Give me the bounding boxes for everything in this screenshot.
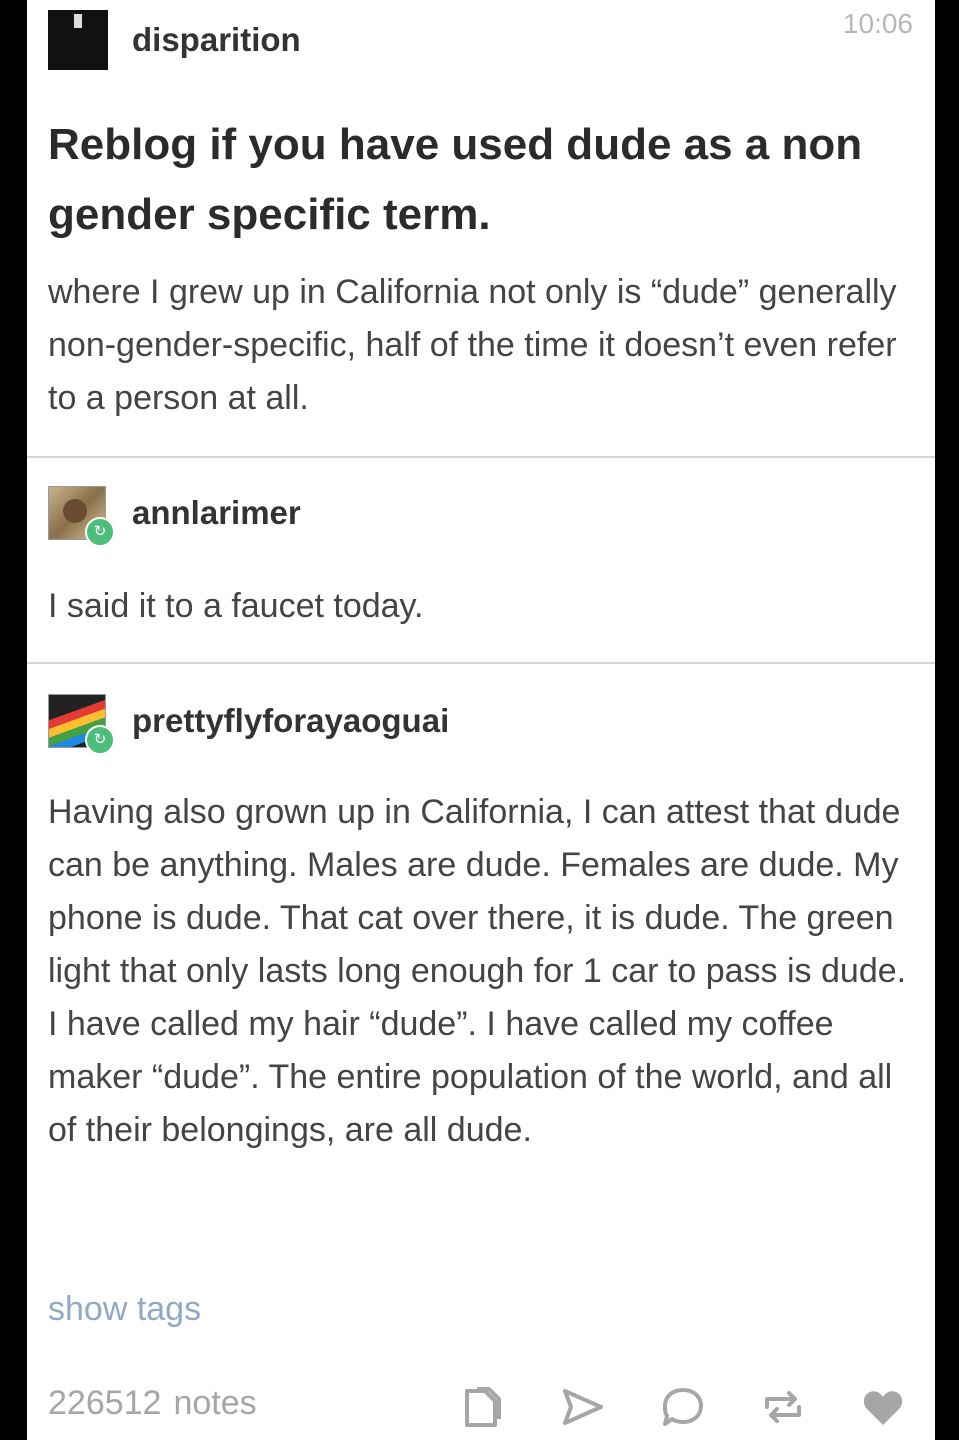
avatar[interactable]: ↻ <box>48 486 115 547</box>
op-username[interactable]: disparition <box>132 21 301 59</box>
reblog-text: Having also grown up in California, I ca… <box>48 793 907 1149</box>
avatar[interactable]: ↻ <box>48 694 115 755</box>
reblog-badge-icon: ↻ <box>85 517 115 547</box>
post-actions <box>408 1384 908 1430</box>
divider <box>27 662 935 664</box>
share-icon[interactable] <box>558 1384 608 1430</box>
post-card: 10:06 disparition Reblog if you have use… <box>27 0 935 1440</box>
timestamp: 10:06 <box>842 8 913 39</box>
reply-icon[interactable] <box>658 1384 708 1430</box>
op-header: disparition <box>48 10 301 70</box>
reblog-username[interactable]: prettyflyforayaoguai <box>132 702 449 740</box>
reblog-badge-icon: ↻ <box>85 725 115 755</box>
divider <box>27 456 935 458</box>
op-avatar[interactable] <box>48 10 108 70</box>
reblog-icon[interactable] <box>758 1384 808 1430</box>
show-tags-link[interactable]: show tags <box>48 1290 201 1329</box>
reblog-header-1: ↻ annlarimer <box>48 486 301 547</box>
post-footer: 226512 notes <box>48 1378 908 1438</box>
reblog-username[interactable]: annlarimer <box>132 494 301 532</box>
notes-number: 226512 <box>48 1384 162 1422</box>
like-icon[interactable] <box>858 1384 908 1430</box>
reblog-header-2: ↻ prettyflyforayaoguai <box>48 694 449 755</box>
copy-icon[interactable] <box>458 1384 508 1430</box>
post-title: Reblog if you have used dude as a non ge… <box>48 120 863 239</box>
post-body: where I grew up in California not only i… <box>48 273 897 417</box>
reblog-text: I said it to a faucet today. <box>48 587 424 625</box>
notes-count[interactable]: 226512 notes <box>48 1384 257 1423</box>
notes-label: notes <box>173 1384 257 1422</box>
